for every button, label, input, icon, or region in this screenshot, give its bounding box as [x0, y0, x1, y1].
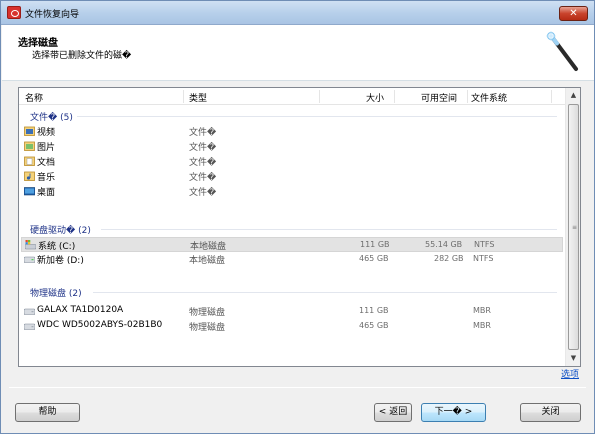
column-divider[interactable] [183, 90, 184, 103]
item-free-space: 282 GB [434, 254, 464, 263]
item-file-system: MBR [473, 306, 491, 315]
next-button[interactable]: 下一� > [421, 403, 486, 422]
group-drives[interactable]: 硬盘驱动� (2) [19, 222, 565, 236]
help-button[interactable]: 帮助 [15, 403, 80, 422]
column-divider[interactable] [319, 90, 320, 103]
item-name: 图片 [37, 143, 56, 153]
item-type: 本地磁盘 [190, 242, 227, 252]
item-file-system: NTFS [473, 254, 494, 263]
options-link[interactable]: 选项 [561, 367, 579, 380]
item-file-system: MBR [473, 321, 491, 330]
group-physical-disks[interactable]: 物理磁盘 (2) [19, 285, 565, 299]
wizard-window: 文件恢复向导 ✕ 选择磁盘 选择带已删除文件的磁� 名称 类型 大小 可用空间 … [0, 0, 595, 434]
item-name: 桌面 [37, 188, 56, 198]
column-divider[interactable] [394, 90, 395, 103]
video-folder-icon [24, 126, 35, 136]
system-drive-icon [25, 240, 36, 250]
desktop-folder-icon [24, 187, 35, 196]
group-divider [77, 116, 557, 117]
close-button[interactable]: 关闭 [520, 403, 581, 422]
column-size[interactable]: 大小 [366, 91, 384, 104]
page-title: 选择磁盘 [18, 38, 58, 49]
footer-divider [9, 387, 586, 388]
group-divider [93, 292, 557, 293]
disk-list[interactable]: 名称 类型 大小 可用空间 文件系统 文件� (5) 视频 文件� 图片 文件� [18, 87, 581, 367]
list-item[interactable]: 文档 文件� [21, 154, 563, 169]
item-type: 文件� [189, 143, 217, 153]
item-name: WDC WD5002ABYS-02B1B0 [37, 320, 163, 330]
title-bar[interactable]: 文件恢复向导 ✕ [1, 1, 594, 25]
list-item[interactable]: GALAX TA1D0120A 物理磁盘 111 GB MBR [21, 304, 563, 319]
column-free-space[interactable]: 可用空间 [421, 91, 457, 104]
item-size: 111 GB [360, 240, 390, 249]
item-name: 文档 [37, 158, 56, 168]
column-name[interactable]: 名称 [25, 91, 43, 104]
item-size: 465 GB [359, 321, 389, 330]
list-item[interactable]: 图片 文件� [21, 139, 563, 154]
page-subtitle: 选择带已删除文件的磁� [32, 51, 132, 61]
music-folder-icon [24, 171, 35, 181]
column-header: 名称 类型 大小 可用空间 文件系统 [19, 88, 565, 105]
list-item[interactable]: 新加卷 (D:) 本地磁盘 465 GB 282 GB NTFS [21, 252, 563, 267]
item-type: 物理磁盘 [189, 308, 226, 318]
app-icon [7, 6, 21, 19]
item-type: 本地磁盘 [189, 256, 226, 266]
close-window-button[interactable]: ✕ [559, 6, 588, 21]
window-title: 文件恢复向导 [25, 10, 80, 20]
magic-wand-icon [546, 31, 578, 71]
item-type: 物理磁盘 [189, 323, 226, 333]
group-folders[interactable]: 文件� (5) [19, 109, 565, 123]
scroll-up-arrow-icon[interactable]: ▲ [566, 88, 581, 103]
item-size: 465 GB [359, 254, 389, 263]
back-button[interactable]: < 返回 [374, 403, 412, 422]
item-type: 文件� [189, 173, 217, 183]
list-item[interactable]: WDC WD5002ABYS-02B1B0 物理磁盘 465 GB MBR [21, 319, 563, 334]
item-name: 系统 (C:) [38, 242, 76, 252]
list-item[interactable]: 桌面 文件� [21, 184, 563, 199]
column-divider[interactable] [467, 90, 468, 103]
group-label: 物理磁盘 (2) [30, 289, 82, 299]
scroll-down-arrow-icon[interactable]: ▼ [566, 351, 581, 366]
drive-icon [24, 256, 35, 263]
item-name: GALAX TA1D0120A [37, 305, 124, 315]
column-type[interactable]: 类型 [189, 91, 207, 104]
column-divider[interactable] [551, 90, 552, 103]
list-item-selected[interactable]: 系统 (C:) 本地磁盘 111 GB 55.14 GB NTFS [21, 237, 563, 252]
item-file-system: NTFS [474, 240, 495, 249]
group-label: 文件� (5) [30, 113, 73, 123]
item-type: 文件� [189, 158, 217, 168]
item-name: 视频 [37, 128, 56, 138]
group-label: 硬盘驱动� (2) [30, 226, 91, 236]
grip-icon: ≡ [572, 224, 578, 231]
item-type: 文件� [189, 188, 217, 198]
item-name: 新加卷 (D:) [37, 256, 84, 266]
item-name: 音乐 [37, 173, 56, 183]
item-type: 文件� [189, 128, 217, 138]
disk-icon [24, 308, 35, 315]
vertical-scrollbar[interactable]: ▲ ≡ ▼ [565, 88, 580, 366]
scrollbar-thumb[interactable]: ≡ [568, 104, 579, 350]
item-free-space: 55.14 GB [425, 240, 463, 249]
disk-icon [24, 323, 35, 330]
column-file-system[interactable]: 文件系统 [471, 91, 507, 104]
pictures-folder-icon [24, 141, 35, 151]
item-size: 111 GB [359, 306, 389, 315]
wizard-header: 选择磁盘 选择带已删除文件的磁� [2, 25, 594, 81]
documents-folder-icon [24, 156, 35, 166]
group-divider [101, 229, 557, 230]
list-item[interactable]: 音乐 文件� [21, 169, 563, 184]
list-item[interactable]: 视频 文件� [21, 124, 563, 139]
